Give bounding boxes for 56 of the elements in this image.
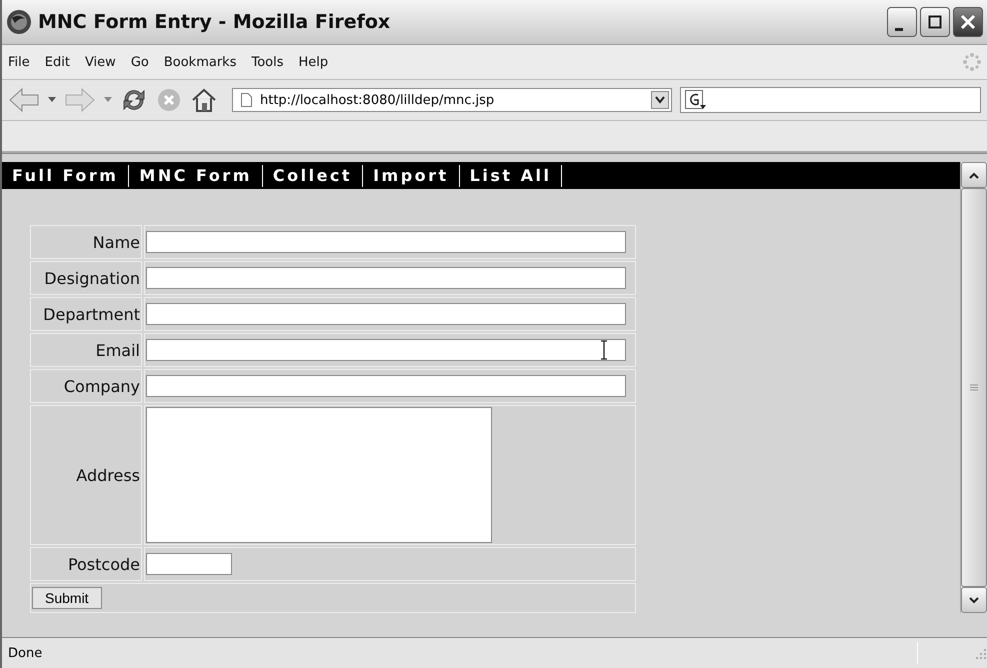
search-engine-icon[interactable] bbox=[685, 90, 707, 110]
search-field[interactable] bbox=[680, 87, 981, 113]
caret-icon[interactable] bbox=[104, 97, 112, 103]
field-label: Department bbox=[30, 297, 142, 331]
caret-icon[interactable] bbox=[48, 97, 56, 103]
back-arrow-icon[interactable] bbox=[8, 87, 40, 113]
maximize-icon bbox=[928, 15, 942, 29]
menu-item[interactable]: View bbox=[84, 54, 116, 70]
submit-button[interactable]: Submit bbox=[32, 587, 102, 609]
menu-item[interactable]: Bookmarks bbox=[164, 54, 236, 70]
scroll-down-button[interactable] bbox=[961, 587, 987, 613]
nav-link[interactable]: MNC Form bbox=[137, 164, 263, 186]
maximize-button[interactable] bbox=[920, 7, 950, 37]
field-label: Name bbox=[30, 225, 142, 259]
address-field[interactable]: http://localhost:8080/lilldep/mnc.jsp bbox=[232, 88, 672, 112]
text-field[interactable] bbox=[146, 553, 232, 575]
dropdown-button[interactable] bbox=[651, 91, 669, 109]
menu-item[interactable]: File bbox=[8, 54, 30, 70]
text-area[interactable] bbox=[146, 407, 492, 543]
throbber-icon bbox=[963, 53, 981, 71]
text-cursor-icon bbox=[600, 340, 608, 360]
menu-item[interactable]: Go bbox=[130, 54, 149, 70]
field-label: Email bbox=[30, 333, 142, 367]
status-text: Done bbox=[8, 646, 44, 660]
resize-grip-icon[interactable] bbox=[973, 646, 987, 660]
stop-icon[interactable] bbox=[156, 87, 182, 113]
text-field[interactable] bbox=[146, 375, 626, 397]
scroll-up-button[interactable] bbox=[961, 162, 987, 188]
forward-arrow-icon[interactable] bbox=[64, 87, 96, 113]
text-field[interactable] bbox=[146, 303, 626, 325]
close-button[interactable] bbox=[953, 7, 983, 37]
nav-link[interactable]: List All bbox=[468, 164, 562, 186]
window-title: MNC Form Entry - Mozilla Firefox bbox=[38, 11, 392, 33]
menu-item[interactable]: Tools bbox=[251, 54, 284, 70]
nav-link[interactable]: Import bbox=[371, 164, 460, 186]
home-icon[interactable] bbox=[190, 87, 218, 113]
field-label: Company bbox=[30, 369, 142, 403]
menu-item[interactable]: Help bbox=[298, 54, 328, 70]
grip-icon bbox=[970, 384, 978, 391]
text-field[interactable] bbox=[146, 339, 626, 361]
chevron-down-icon bbox=[655, 96, 665, 104]
minimize-button[interactable] bbox=[887, 7, 917, 37]
minimize-icon bbox=[895, 28, 903, 30]
nav-link[interactable]: Full Form bbox=[10, 164, 130, 186]
text-field[interactable] bbox=[146, 267, 626, 289]
nav-link[interactable]: Collect bbox=[270, 164, 364, 186]
globe-icon bbox=[6, 9, 32, 35]
page-icon bbox=[241, 93, 252, 107]
close-icon bbox=[960, 14, 976, 30]
field-label: Address bbox=[30, 405, 142, 545]
chevron-down-icon bbox=[969, 596, 979, 604]
field-label: Postcode bbox=[30, 547, 142, 581]
text-field[interactable] bbox=[146, 231, 626, 253]
field-label: Designation bbox=[30, 261, 142, 295]
menu-item[interactable]: Edit bbox=[44, 54, 70, 70]
chevron-up-icon bbox=[969, 172, 979, 178]
